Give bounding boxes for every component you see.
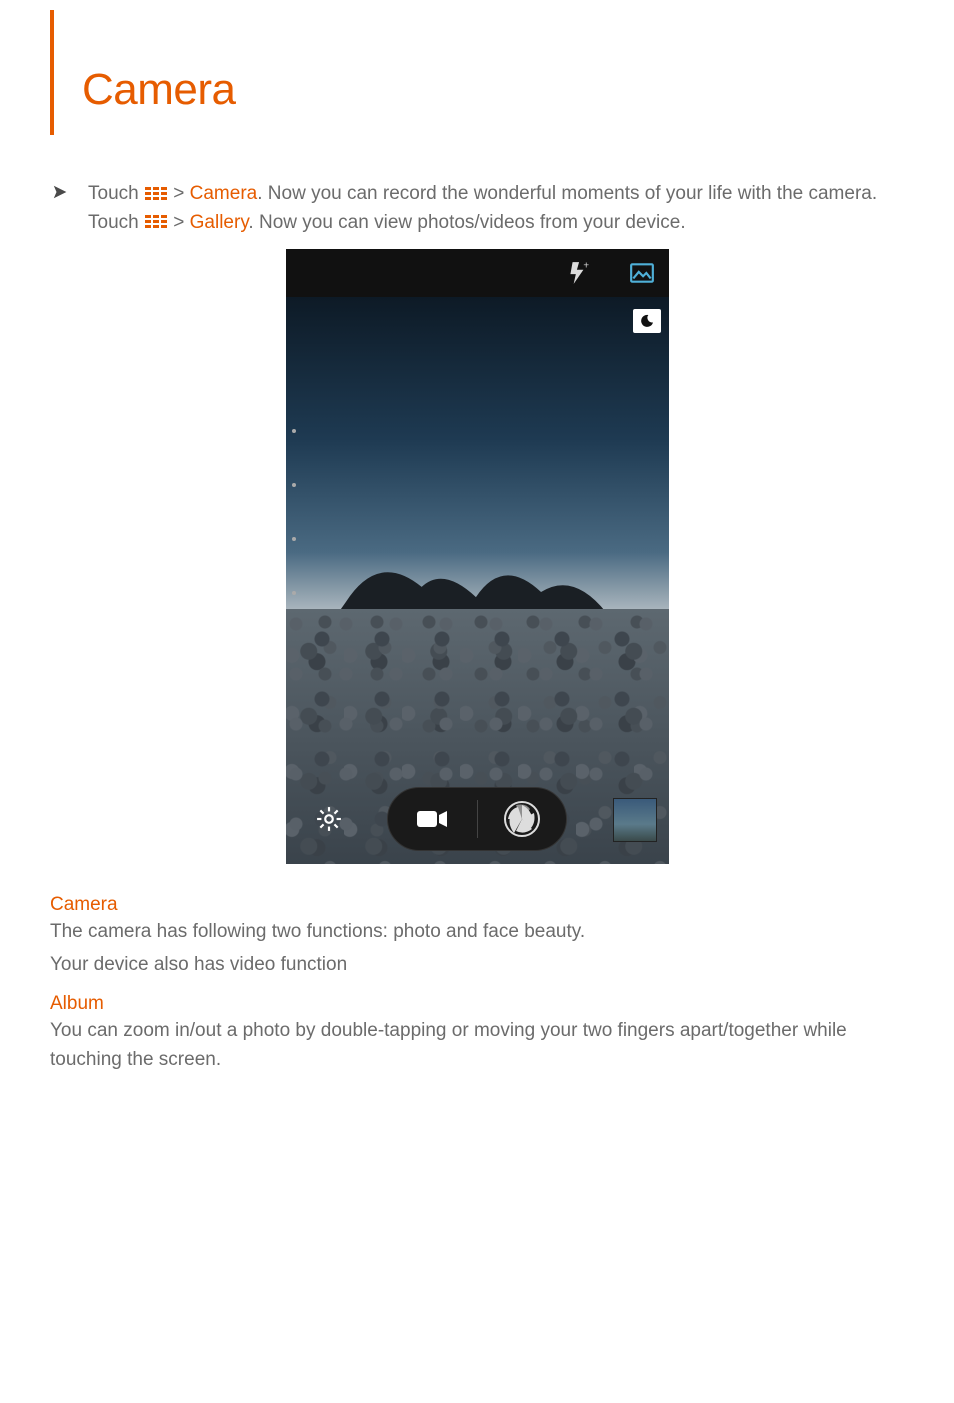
camera-section-heading: Camera [50,894,904,916]
night-mode-icon[interactable] [633,309,661,333]
camera-topbar: + [286,249,669,297]
step2-sep: > [168,212,190,233]
settings-button[interactable] [314,804,344,834]
svg-text:+: + [583,261,589,272]
apps-grid-icon [144,214,168,230]
album-section-body: You can zoom in/out a photo by double-ta… [50,1017,904,1074]
step2-suffix: . Now you can view photos/videos from yo… [248,212,685,233]
camera-section-line1: The camera has following two functions: … [50,918,904,947]
page-title: Camera [82,65,904,115]
step2-prefix: Touch [88,212,144,233]
video-record-button[interactable] [388,788,477,850]
camera-viewfinder [286,297,669,864]
camera-app-screenshot: + [286,249,669,864]
camera-section-line2: Your device also has video function [50,951,904,980]
last-photo-thumbnail[interactable] [613,798,657,842]
camera-link[interactable]: Camera [190,183,258,204]
gallery-link[interactable]: Gallery [190,212,249,233]
shutter-button[interactable] [478,788,567,850]
apps-grid-icon [144,186,168,202]
capture-pill [387,787,567,851]
album-section-heading: Album [50,993,904,1015]
instruction-step-1: Touch > Camera. Now you can record the w… [50,180,904,237]
bullet-arrow-icon [50,180,72,204]
step1-prefix: Touch [88,183,144,204]
step1-sep: > [168,183,190,204]
step1-suffix: . Now you can record the wonderful momen… [257,183,877,204]
flash-auto-icon[interactable]: + [565,260,591,286]
gallery-icon[interactable] [629,260,655,286]
zoom-indicator [292,429,296,595]
